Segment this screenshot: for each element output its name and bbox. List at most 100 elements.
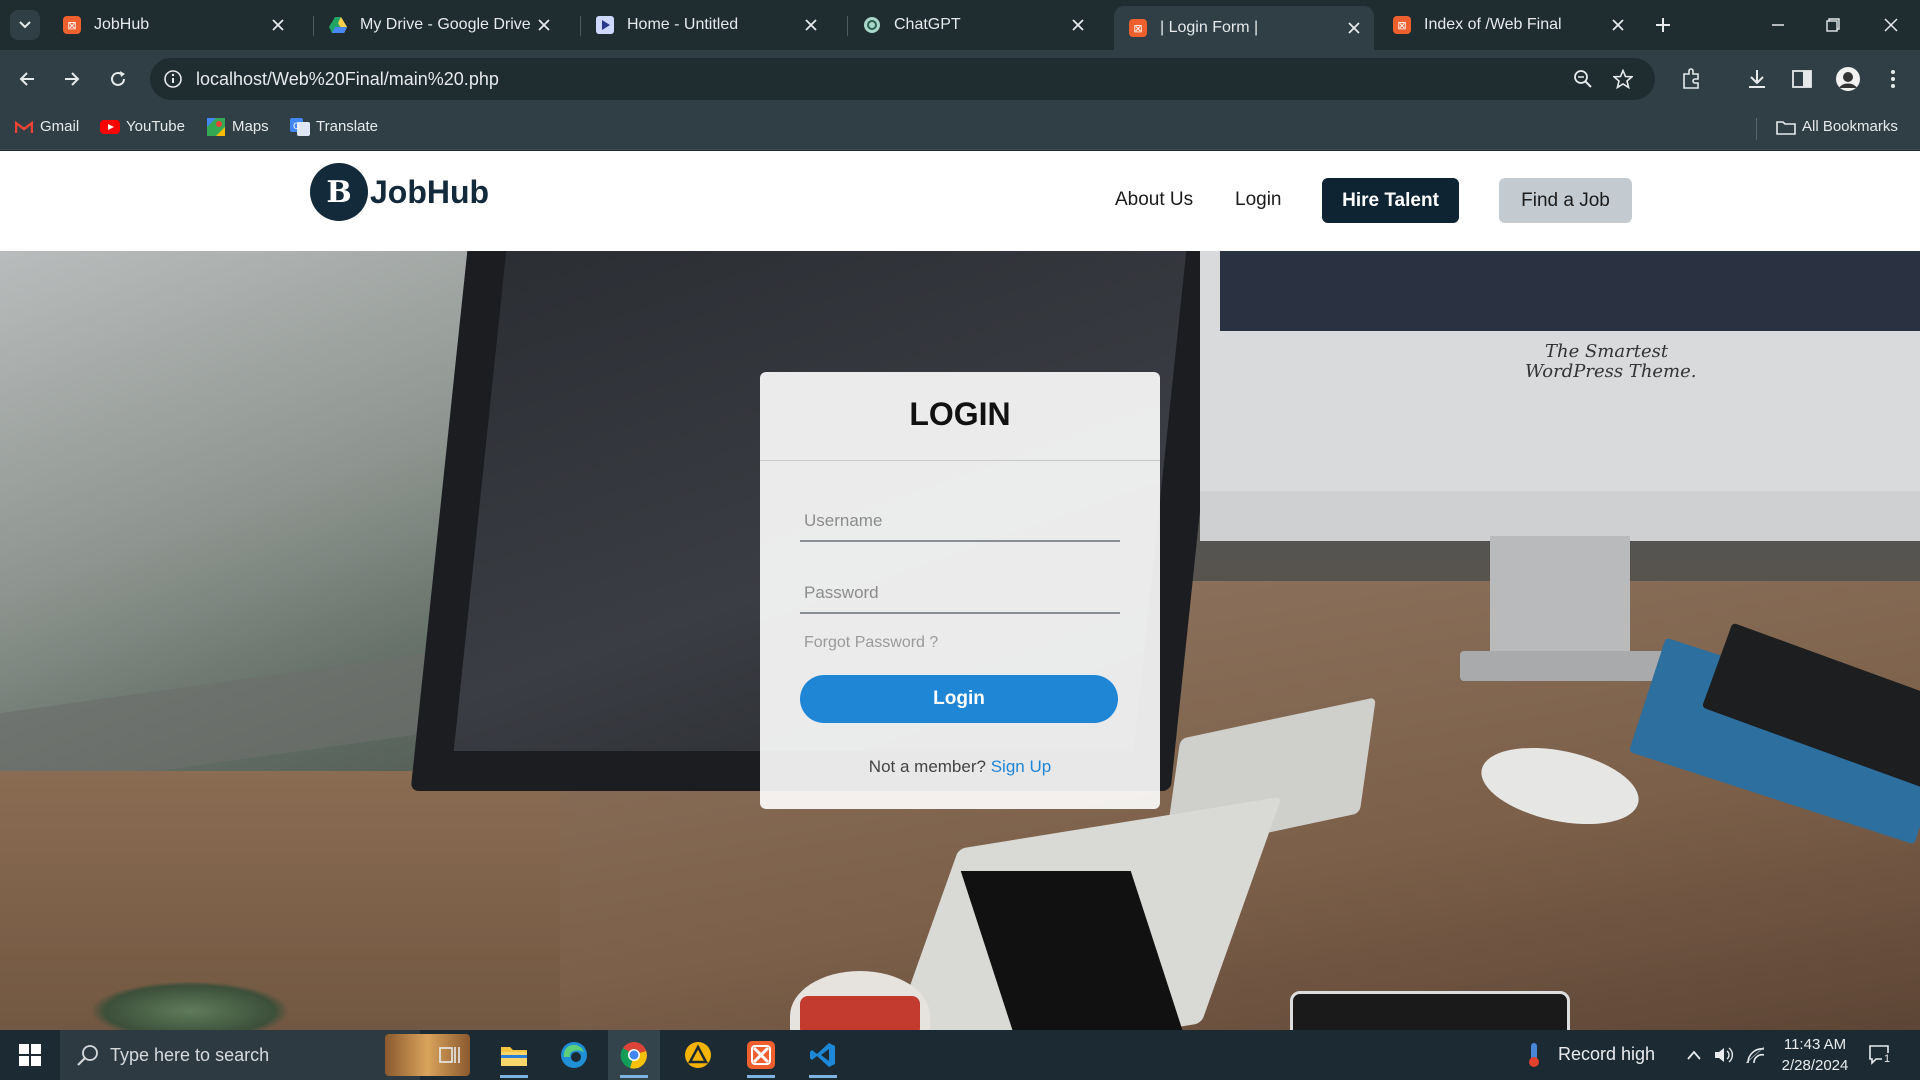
back-button[interactable] bbox=[12, 64, 42, 94]
right-monitor-chin bbox=[1200, 491, 1920, 541]
address-bar[interactable]: localhost/Web%20Final/main%20.php bbox=[150, 58, 1655, 100]
plus-icon bbox=[1656, 18, 1670, 32]
tab-chatgpt[interactable]: ChatGPT bbox=[848, 8, 1098, 42]
tab-index-web-final[interactable]: ⊠ Index of /Web Final bbox=[1378, 8, 1638, 42]
edge-icon bbox=[561, 1042, 587, 1068]
profile-avatar[interactable] bbox=[1833, 64, 1863, 94]
xampp-icon: ⊠ bbox=[1392, 15, 1412, 35]
new-tab-button[interactable] bbox=[1650, 12, 1676, 38]
weather-text[interactable]: Record high bbox=[1558, 1044, 1655, 1065]
zoom-icon[interactable] bbox=[1570, 66, 1596, 92]
taskbar-search[interactable]: Type here to search bbox=[60, 1030, 470, 1080]
star-icon[interactable] bbox=[1610, 66, 1636, 92]
hire-talent-button[interactable]: Hire Talent bbox=[1322, 178, 1459, 223]
wifi-icon[interactable] bbox=[1743, 1043, 1767, 1067]
browser-toolbar: localhost/Web%20Final/main%20.php bbox=[0, 50, 1920, 108]
xampp-button[interactable] bbox=[735, 1030, 787, 1080]
youtube-icon bbox=[100, 119, 120, 135]
xampp-icon bbox=[747, 1041, 775, 1069]
svg-text:⊠: ⊠ bbox=[1397, 19, 1406, 32]
bookmark-maps[interactable]: Maps bbox=[206, 117, 269, 136]
bookmark-label: Maps bbox=[232, 118, 269, 135]
notification-icon[interactable]: 1 bbox=[1868, 1043, 1893, 1067]
plant bbox=[90, 981, 290, 1030]
all-bookmarks[interactable]: All Bookmarks bbox=[1776, 118, 1898, 135]
signup-link[interactable]: Sign Up bbox=[991, 757, 1051, 776]
google-drive-icon bbox=[328, 15, 348, 35]
close-icon[interactable] bbox=[266, 13, 290, 37]
close-icon bbox=[1884, 18, 1898, 32]
file-explorer-button[interactable] bbox=[488, 1030, 540, 1080]
chevron-down-icon bbox=[19, 21, 31, 29]
bookmark-label: YouTube bbox=[126, 118, 185, 135]
login-button[interactable]: Login bbox=[800, 675, 1118, 723]
reload-button[interactable] bbox=[103, 64, 133, 94]
restore-button[interactable] bbox=[1820, 12, 1846, 38]
clock[interactable]: 11:43 AM 2/28/2024 bbox=[1770, 1034, 1860, 1076]
site-header: B JobHub About Us Login Hire Talent Find… bbox=[0, 151, 1920, 251]
chevron-up-icon[interactable] bbox=[1682, 1043, 1706, 1067]
date-text: 2/28/2024 bbox=[1781, 1057, 1849, 1074]
info-icon[interactable] bbox=[160, 66, 186, 92]
minimize-button[interactable] bbox=[1765, 12, 1791, 38]
close-icon[interactable] bbox=[1342, 16, 1366, 40]
gmail-icon bbox=[14, 119, 34, 135]
chrome-button[interactable] bbox=[608, 1030, 660, 1080]
task-view-button[interactable] bbox=[424, 1030, 476, 1080]
web-page: The Smartest WordPress Theme. B JobHub A… bbox=[0, 151, 1920, 1030]
task-view-icon bbox=[439, 1047, 460, 1063]
forward-button[interactable] bbox=[57, 64, 87, 94]
signup-prompt: Not a member? Sign Up bbox=[760, 757, 1160, 777]
cup-band bbox=[800, 996, 920, 1030]
tab-home-untitled[interactable]: Home - Untitled bbox=[581, 8, 831, 42]
bookmark-gmail[interactable]: Gmail bbox=[14, 118, 79, 135]
extensions-icon[interactable] bbox=[1676, 64, 1706, 94]
password-input[interactable] bbox=[800, 574, 1120, 612]
login-form: LOGIN Forgot Password ? Login Not a memb… bbox=[760, 372, 1160, 809]
url-text[interactable]: localhost/Web%20Final/main%20.php bbox=[196, 69, 499, 90]
right-monitor-banner bbox=[1220, 251, 1920, 331]
divider bbox=[760, 460, 1160, 461]
thermometer-icon[interactable] bbox=[1522, 1043, 1546, 1067]
tab-title: My Drive - Google Drive bbox=[360, 16, 531, 33]
vscode-button[interactable] bbox=[797, 1030, 849, 1080]
password-field bbox=[800, 574, 1120, 614]
start-button[interactable] bbox=[0, 1030, 60, 1080]
tab-login-form[interactable]: ⊠ | Login Form | bbox=[1114, 6, 1374, 50]
close-icon[interactable] bbox=[532, 13, 556, 37]
bookmarks-bar: Gmail YouTube Maps G Translate All Bookm… bbox=[0, 108, 1920, 150]
svg-text:⊠: ⊠ bbox=[1133, 22, 1142, 35]
download-icon[interactable] bbox=[1742, 64, 1772, 94]
monitor-stand-base bbox=[1460, 651, 1670, 681]
close-window-button[interactable] bbox=[1878, 12, 1904, 38]
app-triangle-button[interactable] bbox=[672, 1030, 724, 1080]
taskbar: Type here to search Record high 11:43 AM… bbox=[0, 1030, 1920, 1080]
find-a-job-button[interactable]: Find a Job bbox=[1499, 178, 1632, 223]
forgot-password-link[interactable]: Forgot Password ? bbox=[804, 634, 938, 652]
minimize-icon bbox=[1772, 24, 1784, 26]
tab-jobhub[interactable]: ⊠ JobHub bbox=[48, 8, 298, 42]
side-panel-icon[interactable] bbox=[1787, 64, 1817, 94]
tab-search-button[interactable] bbox=[10, 10, 40, 40]
close-icon[interactable] bbox=[1606, 13, 1630, 37]
folder-icon bbox=[1776, 119, 1796, 135]
tab-title: JobHub bbox=[94, 16, 150, 33]
bookmark-translate[interactable]: G Translate bbox=[290, 117, 378, 136]
volume-icon[interactable] bbox=[1712, 1043, 1736, 1067]
arrow-right-icon bbox=[65, 72, 80, 86]
tab-google-drive[interactable]: My Drive - Google Drive bbox=[314, 8, 564, 42]
username-input[interactable] bbox=[800, 502, 1120, 540]
tab-title: Index of /Web Final bbox=[1424, 16, 1562, 33]
login-title: LOGIN bbox=[909, 396, 1011, 432]
nav-login[interactable]: Login bbox=[1235, 189, 1282, 211]
close-icon[interactable] bbox=[799, 13, 823, 37]
bookmark-separator bbox=[1756, 118, 1757, 140]
nav-about-us[interactable]: About Us bbox=[1115, 189, 1193, 211]
edge-button[interactable] bbox=[548, 1030, 600, 1080]
tab-title: ChatGPT bbox=[894, 16, 961, 33]
bookmark-youtube[interactable]: YouTube bbox=[100, 118, 185, 135]
tab-title: | Login Form | bbox=[1160, 19, 1259, 36]
close-icon[interactable] bbox=[1066, 13, 1090, 37]
menu-kebab-icon[interactable] bbox=[1878, 64, 1908, 94]
site-logo[interactable]: B JobHub bbox=[310, 163, 489, 221]
